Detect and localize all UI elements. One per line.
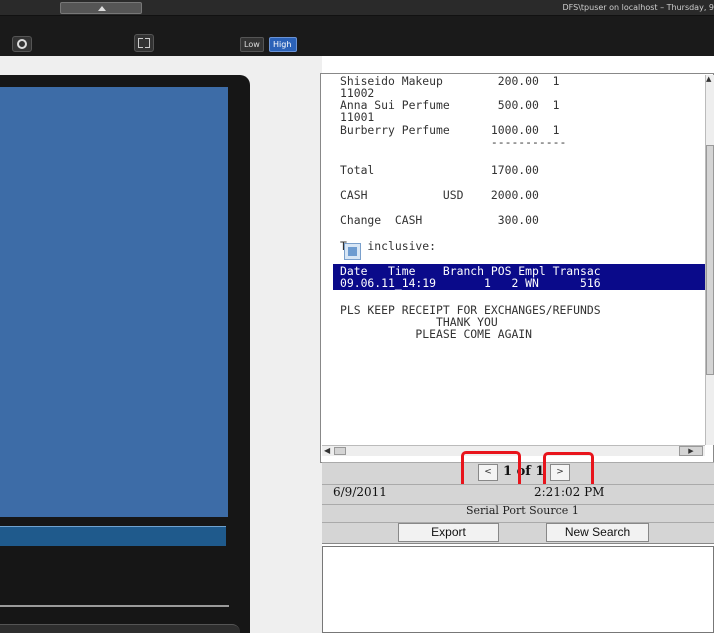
- horizontal-scroll-thumb[interactable]: [334, 447, 346, 455]
- receipt-line: 11001: [340, 110, 375, 124]
- fullscreen-button[interactable]: [134, 34, 154, 52]
- receipt-footer-line: PLEASE COME AGAIN: [340, 327, 533, 341]
- video-timeline-bar[interactable]: [0, 526, 226, 546]
- source-label: Serial Port Source 1: [466, 504, 579, 517]
- toolbar: [0, 16, 714, 56]
- receipt-line: -----------: [340, 135, 567, 149]
- vertical-scroll-thumb[interactable]: [706, 145, 714, 375]
- camera-button[interactable]: [12, 36, 32, 52]
- new-search-button[interactable]: New Search: [546, 523, 649, 542]
- broken-image-icon: [344, 243, 361, 260]
- export-button[interactable]: Export: [398, 523, 499, 542]
- quality-low-button[interactable]: Low: [240, 37, 264, 52]
- receipt-cash: CASH USD 2000.00: [340, 188, 539, 202]
- receipt-total: Total 1700.00: [340, 163, 539, 177]
- scroll-left-icon[interactable]: ◀: [324, 446, 330, 455]
- quality-high-button[interactable]: High: [269, 37, 297, 52]
- scroll-up-icon[interactable]: ▲: [706, 75, 711, 83]
- scroll-right-icon[interactable]: ▶: [679, 446, 703, 456]
- video-display[interactable]: [0, 87, 228, 517]
- action-row: [322, 522, 714, 544]
- session-info: DFS\tpuser on localhost – Thursday, 9: [562, 3, 714, 12]
- video-divider: [0, 605, 229, 607]
- transaction-date: 6/9/2011: [333, 485, 387, 499]
- vertical-scrollbar[interactable]: ▲: [705, 75, 714, 445]
- camera-icon: [17, 39, 27, 49]
- transaction-time: 2:21:02 PM: [534, 485, 605, 499]
- details-panel: [322, 546, 714, 633]
- receipt-data-row: 09.06.11_14:19 1 2 WN 516: [340, 276, 601, 290]
- chevron-up-icon: [98, 6, 106, 11]
- video-footer: [0, 624, 240, 633]
- panel-toggle-handle[interactable]: [60, 2, 142, 14]
- receipt-change: Change CASH 300.00: [340, 213, 539, 227]
